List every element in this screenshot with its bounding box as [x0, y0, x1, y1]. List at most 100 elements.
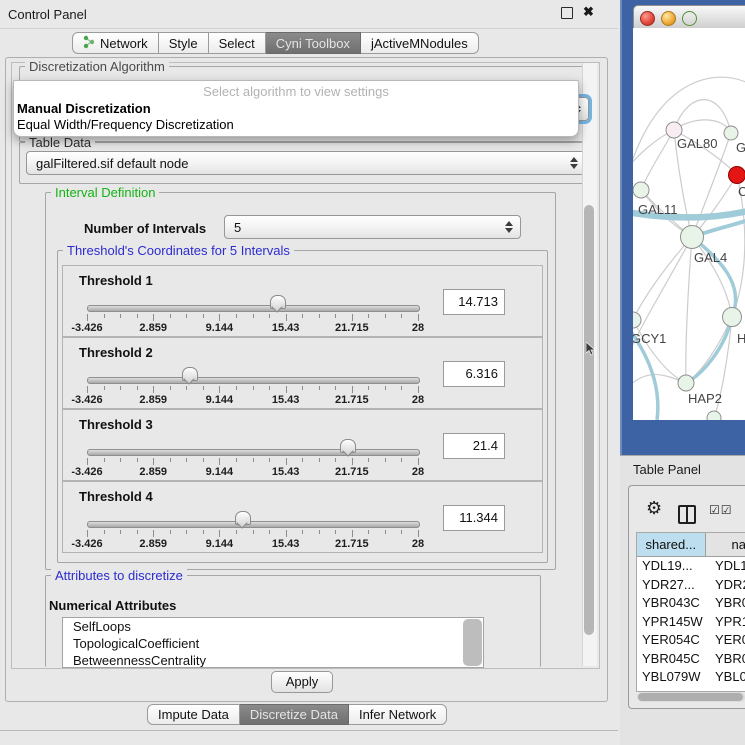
- close-window-icon[interactable]: [640, 11, 655, 26]
- network-canvas[interactable]: GAL80GACGAL11GAL4GCY1HHAP2: [633, 28, 745, 420]
- cell-shared-name[interactable]: YDL19...: [637, 557, 710, 576]
- dropdown-option-manual[interactable]: Manual Discretization: [17, 101, 151, 116]
- node-table: shared... na YDL19...YDL1YDR27...YDR2YBR…: [636, 532, 745, 692]
- table-row[interactable]: YBR045CYBR0: [637, 650, 745, 669]
- cell-name[interactable]: YDR2: [710, 576, 745, 595]
- tick-mark: [87, 458, 88, 465]
- threshold-value-field[interactable]: 21.4: [443, 433, 505, 459]
- cell-shared-name[interactable]: YDR27...: [637, 576, 710, 595]
- network-node[interactable]: [724, 126, 738, 140]
- cell-shared-name[interactable]: YBL079W: [637, 668, 710, 687]
- cell-shared-name[interactable]: YER054C: [637, 631, 710, 650]
- cell-name[interactable]: YPR1: [710, 613, 745, 632]
- columns-icon[interactable]: [678, 505, 696, 524]
- slider-thumb[interactable]: [270, 295, 286, 309]
- cell-shared-name[interactable]: YPR145W: [637, 613, 710, 632]
- tick-mark: [137, 458, 138, 462]
- minimize-window-icon[interactable]: [661, 11, 676, 26]
- algorithm-group-label: Discretization Algorithm: [25, 59, 169, 74]
- column-header-shared-name[interactable]: shared...: [637, 533, 706, 556]
- slider-thumb[interactable]: [182, 367, 198, 381]
- slider-thumb[interactable]: [340, 439, 356, 453]
- slider-scale: -3.4262.8599.14415.4321.71528: [87, 322, 418, 334]
- tab-cyni-toolbox[interactable]: Cyni Toolbox: [266, 32, 361, 54]
- network-node[interactable]: [633, 312, 641, 328]
- slider-track[interactable]: [87, 305, 420, 312]
- cell-name[interactable]: YBL0: [710, 668, 745, 687]
- slider-ticks: [87, 314, 418, 322]
- threshold-row-4: Threshold 4 -3.4262.8599.14415.4321.7152…: [62, 481, 543, 553]
- cell-name[interactable]: YDL1: [710, 557, 745, 576]
- threshold-value-field[interactable]: 11.344: [443, 505, 505, 531]
- float-window-icon[interactable]: [561, 7, 573, 19]
- num-intervals-combobox[interactable]: 5: [224, 215, 521, 239]
- tab-infer-network[interactable]: Infer Network: [349, 704, 447, 725]
- tick-mark: [352, 458, 353, 465]
- table-row[interactable]: YDL19...YDL1: [637, 557, 745, 576]
- network-node[interactable]: [707, 411, 721, 420]
- attribute-list-item[interactable]: SelfLoops: [63, 618, 483, 635]
- threshold-value-field[interactable]: 6.316: [443, 361, 505, 387]
- table-row[interactable]: YDR27...YDR2: [637, 576, 745, 595]
- slider-track[interactable]: [87, 449, 420, 456]
- network-node[interactable]: [729, 167, 745, 184]
- main-scrollbar-thumb[interactable]: [584, 205, 594, 635]
- network-node[interactable]: [633, 182, 649, 198]
- table-row[interactable]: YBR043CYBR0: [637, 594, 745, 613]
- list-scrollbar[interactable]: [463, 619, 482, 666]
- threshold-value-field[interactable]: 14.713: [443, 289, 505, 315]
- dropdown-option-equal-width[interactable]: Equal Width/Frequency Discretization: [17, 117, 234, 132]
- attribute-list-item[interactable]: TopologicalCoefficient: [63, 635, 483, 652]
- mouse-cursor: [586, 342, 596, 359]
- tab-style[interactable]: Style: [159, 32, 209, 54]
- table-row[interactable]: YBL079WYBL0: [637, 668, 745, 687]
- zoom-window-icon[interactable]: [682, 11, 697, 26]
- tab-select[interactable]: Select: [209, 32, 266, 54]
- network-window-titlebar[interactable]: [633, 5, 745, 30]
- tick-mark: [269, 458, 270, 462]
- network-node-label: GAL4: [694, 250, 727, 265]
- cell-shared-name[interactable]: YBR045C: [637, 650, 710, 669]
- tick-mark: [203, 314, 204, 318]
- cell-name[interactable]: YBR0: [710, 594, 745, 613]
- tick-mark: [153, 458, 154, 465]
- tick-mark: [269, 314, 270, 318]
- table-hscrollbar-thumb[interactable]: [638, 693, 743, 701]
- table-row[interactable]: YPR145WYPR1: [637, 613, 745, 632]
- scale-label: 2.859: [139, 538, 167, 550]
- close-icon[interactable]: ✖: [583, 4, 594, 20]
- select-columns-icon[interactable]: ☑☑: [709, 503, 733, 517]
- apply-button[interactable]: Apply: [271, 671, 333, 693]
- tick-mark: [352, 386, 353, 393]
- gear-icon[interactable]: ⚙: [646, 498, 662, 519]
- cell-name[interactable]: YER0: [710, 631, 745, 650]
- tab-impute-data[interactable]: Impute Data: [147, 704, 240, 725]
- table-row[interactable]: YER054CYER0: [637, 631, 745, 650]
- tick-mark: [335, 314, 336, 318]
- tick-mark: [219, 314, 220, 321]
- cell-name[interactable]: YBR0: [710, 650, 745, 669]
- tab-discretize-data[interactable]: Discretize Data: [240, 704, 349, 725]
- tick-mark: [120, 386, 121, 390]
- tab-jactivemnodules[interactable]: jActiveMNodules: [361, 32, 479, 54]
- network-node[interactable]: [681, 226, 704, 249]
- cell-shared-name[interactable]: YBR043C: [637, 594, 710, 613]
- tick-mark: [319, 458, 320, 462]
- scale-label: 2.859: [139, 394, 167, 406]
- attribute-list-item[interactable]: BetweennessCentrality: [63, 652, 483, 668]
- table-hscrollbar[interactable]: [637, 692, 745, 702]
- table-data-combobox[interactable]: galFiltered.sif default node: [26, 151, 586, 175]
- threshold-row-2: Threshold 2 -3.4262.8599.14415.4321.7152…: [62, 337, 543, 409]
- network-node[interactable]: [723, 308, 742, 327]
- slider-track[interactable]: [87, 377, 420, 384]
- network-node[interactable]: [678, 375, 694, 391]
- column-header-name[interactable]: na: [706, 533, 745, 556]
- tick-mark: [170, 386, 171, 390]
- scale-label: 2.859: [139, 466, 167, 478]
- scale-label: 15.43: [272, 466, 300, 478]
- numerical-attributes-list[interactable]: SelfLoopsTopologicalCoefficientBetweenne…: [62, 617, 484, 668]
- tick-mark: [286, 314, 287, 321]
- slider-thumb[interactable]: [235, 511, 251, 525]
- tab-network[interactable]: Network: [72, 32, 159, 54]
- slider-track[interactable]: [87, 521, 420, 528]
